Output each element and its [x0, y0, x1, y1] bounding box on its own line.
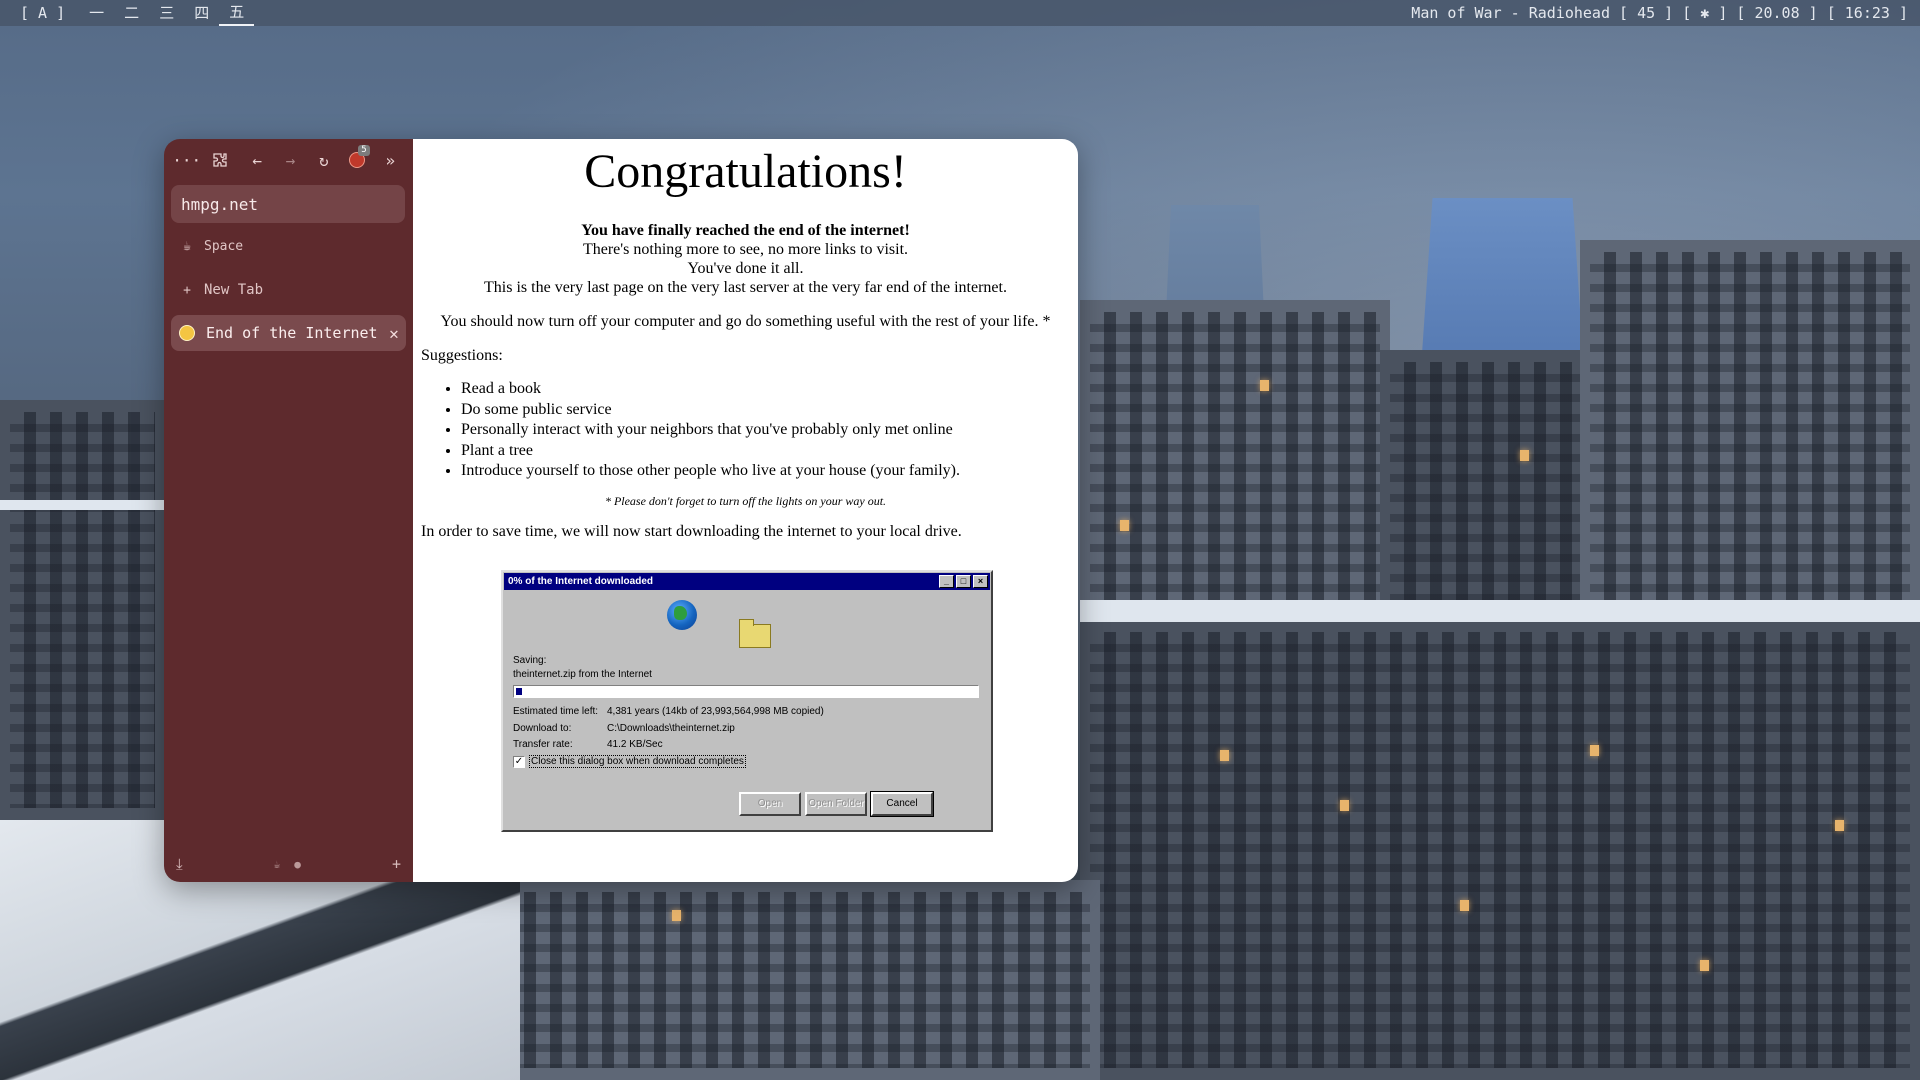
url-bar[interactable]: hmpg.net	[171, 185, 405, 223]
list-item: Read a book	[461, 379, 1078, 400]
navigation-toolbar: ··· ← → ↻ 5 »	[164, 139, 413, 181]
lead-bold: You have finally reached the end of the …	[581, 222, 910, 239]
layout-indicator[interactable]: [ A ]	[10, 1, 79, 25]
browser-sidebar: ··· ← → ↻ 5 » hmpg.net ☕ Space + New Tab	[164, 139, 413, 882]
space-coffee-icon[interactable]: ☕	[274, 858, 281, 871]
workspace-2[interactable]: 二	[114, 1, 149, 25]
menu-button[interactable]: ···	[172, 145, 201, 175]
saving-file: theinternet.zip from the Internet	[513, 669, 652, 680]
workspace-switcher: [ A ] 一 二 三 四 五	[0, 0, 255, 26]
checkbox-check-icon[interactable]: ✓	[513, 755, 525, 768]
downloads-icon[interactable]: ⤓	[176, 855, 183, 873]
checkbox-label: Close this dialog box when download comp…	[529, 755, 746, 768]
list-item: Plant a tree	[461, 441, 1078, 462]
lead-line: You've done it all.	[687, 260, 804, 277]
download-notice: In order to save time, we will now start…	[421, 522, 962, 540]
sidebar-footer: ⤓ ☕ ● +	[164, 846, 413, 882]
list-item: Personally interact with your neighbors …	[461, 420, 1078, 441]
saving-label: Saving:	[513, 655, 547, 666]
ublock-extension-icon[interactable]: 5	[342, 145, 371, 175]
extension-badge: 5	[358, 145, 370, 156]
open-folder-button[interactable]: Open Folder	[805, 792, 867, 816]
forward-arrow-icon[interactable]: →	[276, 145, 305, 175]
transfer-rate-value: 41.2 KB/Sec	[607, 739, 663, 750]
close-when-complete-checkbox[interactable]: ✓ Close this dialog box when download co…	[513, 755, 746, 768]
lead-paragraph: You have finally reached the end of the …	[413, 221, 1078, 297]
add-space-icon[interactable]: +	[392, 855, 401, 873]
web-page-content: Congratulations! You have finally reache…	[413, 139, 1078, 882]
saving-info: Saving: theinternet.zip from the Interne…	[513, 654, 652, 682]
page-title: Congratulations!	[584, 145, 907, 198]
dialog-title-bar: 0% of the Internet downloaded _ □ ×	[504, 573, 990, 590]
coffee-icon: ☕	[183, 238, 191, 254]
estimated-value: 4,381 years (14kb of 23,993,564,998 MB c…	[607, 706, 824, 717]
maximize-icon[interactable]: □	[956, 575, 971, 588]
footnote: * Please don't forget to turn off the li…	[604, 493, 887, 508]
download-dialog: 0% of the Internet downloaded _ □ × Savi…	[501, 570, 993, 832]
site-favicon-icon	[179, 325, 195, 341]
top-status-bar: [ A ] 一 二 三 四 五 Man of War - Radiohead […	[0, 0, 1920, 26]
suggestions-list: Read a book Do some public service Perso…	[413, 379, 1078, 482]
progress-fill	[516, 688, 522, 695]
transfer-details: Estimated time left: 4,381 years (14kb of…	[513, 704, 824, 754]
workspace-3[interactable]: 三	[149, 1, 184, 25]
close-icon[interactable]: ×	[973, 575, 988, 588]
list-item: Introduce yourself to those other people…	[461, 461, 1078, 482]
workspace-1[interactable]: 一	[79, 1, 114, 25]
back-arrow-icon[interactable]: ←	[243, 145, 272, 175]
status-text: Man of War - Radiohead [ 45 ] [ ✱ ] [ 20…	[1411, 4, 1908, 22]
tab-title: End of the Internet	[206, 324, 378, 342]
tab-end-of-the-internet[interactable]: End of the Internet ✕	[171, 315, 406, 351]
reload-icon[interactable]: ↻	[309, 145, 338, 175]
download-to-label: Download to:	[513, 722, 572, 734]
estimated-label: Estimated time left:	[513, 706, 599, 717]
suggestions-heading: Suggestions:	[421, 347, 503, 364]
plus-icon: +	[183, 282, 191, 298]
close-tab-icon[interactable]: ✕	[382, 324, 406, 343]
new-tab-button[interactable]: + New Tab	[164, 273, 413, 307]
browser-window: ··· ← → ↻ 5 » hmpg.net ☕ Space + New Tab	[164, 139, 1078, 882]
lead-line: This is the very last page on the very l…	[484, 279, 1007, 296]
list-item: Do some public service	[461, 400, 1078, 421]
advice-text: You should now turn off your computer an…	[440, 313, 1051, 330]
new-tab-label: New Tab	[204, 282, 264, 298]
dialog-title: 0% of the Internet downloaded	[508, 576, 654, 587]
lead-line: There's nothing more to see, no more lin…	[582, 241, 909, 258]
folder-icon	[739, 619, 771, 648]
space-folder-icon[interactable]: ●	[294, 858, 301, 871]
space-selector[interactable]: ☕ Space	[164, 229, 413, 263]
chevron-double-right-icon[interactable]: »	[376, 145, 405, 175]
cancel-button[interactable]: Cancel	[870, 791, 934, 817]
workspace-5-active[interactable]: 五	[219, 0, 255, 26]
space-label: Space	[204, 238, 244, 254]
globe-icon	[667, 600, 697, 630]
workspace-4[interactable]: 四	[184, 1, 219, 25]
transfer-rate-label: Transfer rate:	[513, 739, 573, 750]
minimize-icon[interactable]: _	[939, 575, 954, 588]
download-progress-bar	[513, 685, 979, 698]
open-button[interactable]: Open	[739, 792, 801, 816]
download-to-value: C:\Downloads\theinternet.zip	[607, 722, 735, 734]
extensions-icon[interactable]	[205, 145, 234, 175]
